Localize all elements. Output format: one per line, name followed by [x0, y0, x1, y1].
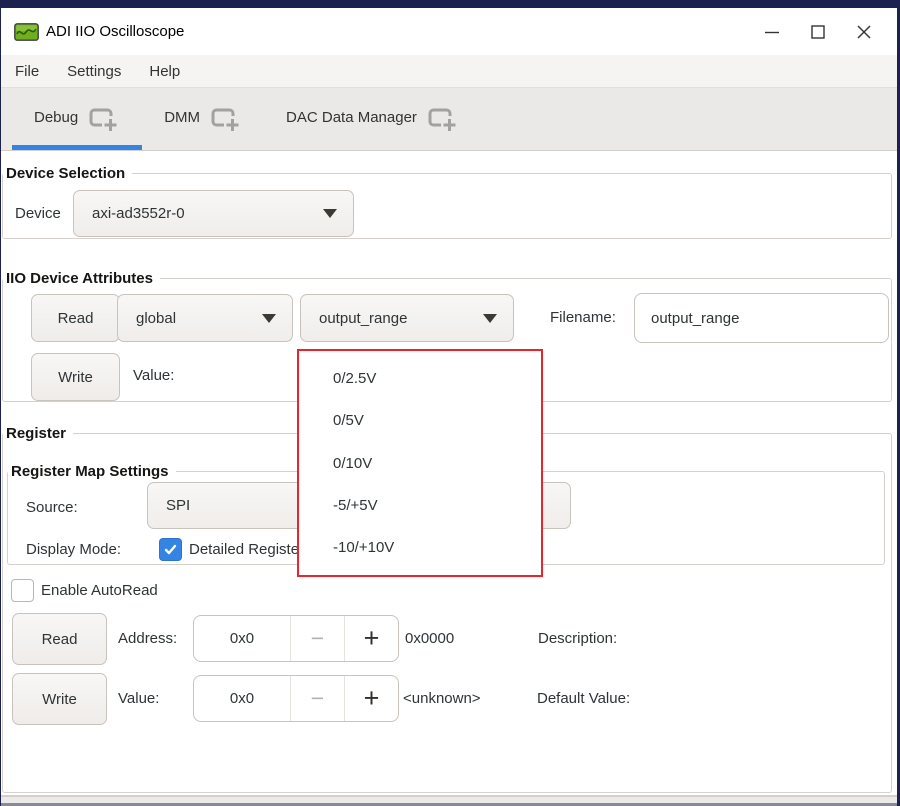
address-spinner-value[interactable]: 0x0	[194, 616, 290, 661]
popup-option[interactable]: 0/5V	[299, 399, 541, 441]
register-map-settings-frame-label: Register Map Settings	[8, 462, 176, 481]
attr-category-value: global	[136, 310, 262, 327]
default-value-label: Default Value:	[537, 690, 630, 708]
tab-dmm-label: DMM	[164, 109, 200, 126]
window-bottom-strip	[1, 795, 897, 803]
menubar: File Settings Help	[1, 55, 897, 88]
display-mode-label: Display Mode:	[26, 541, 121, 559]
chevron-down-icon	[323, 209, 337, 218]
address-readout: 0x0000	[405, 630, 454, 648]
enable-autoread-label: Enable AutoRead	[41, 582, 158, 600]
app-icon	[14, 23, 39, 41]
tabbar: Debug DMM	[1, 88, 897, 151]
minimize-icon	[763, 23, 781, 41]
window-title: ADI IIO Oscilloscope	[46, 23, 184, 40]
register-value-label: Value:	[118, 690, 159, 708]
minimize-button[interactable]	[749, 12, 795, 52]
device-selection-frame: Device Selection Device axi-ad3552r-0	[2, 173, 892, 239]
close-icon	[855, 23, 873, 41]
maximize-icon	[809, 23, 827, 41]
device-dropdown-value: axi-ad3552r-0	[92, 205, 323, 222]
address-label: Address:	[118, 630, 177, 648]
register-read-button[interactable]: Read	[12, 613, 107, 665]
iio-attributes-frame-label: IIO Device Attributes	[3, 269, 160, 288]
attr-read-button[interactable]: Read	[31, 294, 120, 342]
attr-name-value: output_range	[319, 310, 483, 327]
filename-input[interactable]	[634, 293, 889, 343]
enable-autoread-checkbox[interactable]	[11, 579, 34, 602]
description-label: Description:	[538, 630, 617, 648]
tab-debug-label: Debug	[34, 109, 78, 126]
attr-name-dropdown[interactable]: output_range	[300, 294, 514, 342]
device-selection-frame-label: Device Selection	[3, 164, 132, 183]
detailed-register-label: Detailed Register	[189, 541, 304, 559]
popup-option[interactable]: 0/10V	[299, 442, 541, 484]
value-decrement-button[interactable]: −	[290, 676, 344, 721]
tab-dac-data-manager[interactable]: DAC Data Manager	[264, 88, 481, 150]
popup-option[interactable]: -10/+10V	[299, 527, 541, 569]
register-frame-label: Register	[3, 424, 73, 443]
menu-help[interactable]: Help	[149, 63, 180, 80]
attr-category-dropdown[interactable]: global	[117, 294, 293, 342]
attr-value-label: Value:	[133, 367, 174, 385]
maximize-button[interactable]	[795, 12, 841, 52]
close-button[interactable]	[841, 12, 887, 52]
device-label: Device	[15, 205, 61, 223]
device-dropdown[interactable]: axi-ad3552r-0	[73, 190, 354, 237]
chevron-down-icon	[262, 314, 276, 323]
address-spinner[interactable]: 0x0 − +	[193, 615, 399, 662]
popout-plus-icon[interactable]	[427, 106, 457, 133]
output-range-options-popup: 0/2.5V 0/5V 0/10V -5/+5V -10/+10V	[297, 349, 543, 577]
popout-plus-icon[interactable]	[210, 106, 240, 133]
menu-settings[interactable]: Settings	[67, 63, 121, 80]
address-decrement-button[interactable]: −	[290, 616, 344, 661]
value-readout: <unknown>	[403, 690, 481, 708]
debug-panel: Device Selection Device axi-ad3552r-0 II…	[1, 151, 897, 803]
menu-file[interactable]: File	[15, 63, 39, 80]
chevron-down-icon	[483, 314, 497, 323]
desktop-background: ADI IIO Oscilloscope File Settings Help …	[0, 0, 900, 806]
tab-debug[interactable]: Debug	[12, 88, 142, 150]
register-write-button[interactable]: Write	[12, 673, 107, 725]
value-spinner[interactable]: 0x0 − +	[193, 675, 399, 722]
address-increment-button[interactable]: +	[344, 616, 398, 661]
popout-plus-icon[interactable]	[88, 106, 118, 133]
tab-dmm[interactable]: DMM	[142, 88, 264, 150]
attr-write-button[interactable]: Write	[31, 353, 120, 401]
app-window: ADI IIO Oscilloscope File Settings Help …	[1, 8, 897, 806]
popup-option[interactable]: -5/+5V	[299, 484, 541, 526]
titlebar: ADI IIO Oscilloscope	[1, 8, 897, 55]
checkmark-icon	[163, 542, 178, 557]
detailed-register-checkbox[interactable]	[159, 538, 182, 561]
source-label: Source:	[26, 499, 78, 517]
tab-dac-label: DAC Data Manager	[286, 109, 417, 126]
value-increment-button[interactable]: +	[344, 676, 398, 721]
filename-label: Filename:	[550, 309, 616, 327]
value-spinner-value[interactable]: 0x0	[194, 676, 290, 721]
popup-option[interactable]: 0/2.5V	[299, 357, 541, 399]
